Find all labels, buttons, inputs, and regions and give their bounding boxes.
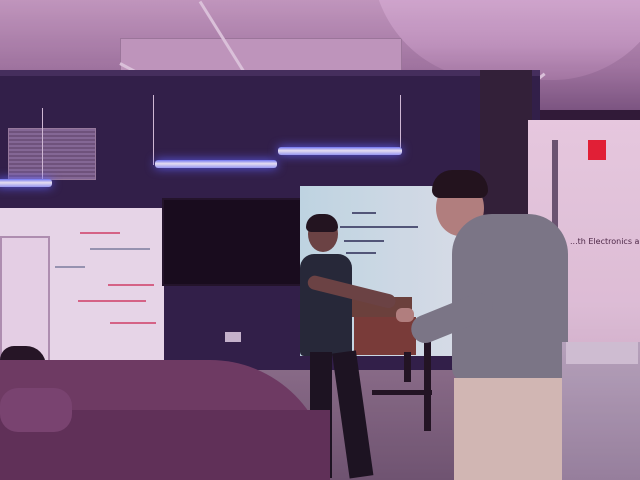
wall-tv [162,198,308,286]
light-wire [400,95,401,150]
light-wire [153,95,154,165]
ceiling-light [155,160,277,168]
sofa-arm [0,388,72,432]
light-wire [42,108,43,180]
wall-outlet [225,332,241,342]
hair [306,214,338,232]
wall-lintel [0,70,540,76]
whiteboard-writing [110,322,156,324]
whiteboard-writing [108,284,154,286]
person-right [396,168,580,480]
whiteboard-writing [55,266,85,268]
ceiling-light [0,179,52,187]
pants [454,378,566,480]
wall-vent [8,128,96,180]
exit-sign [588,140,606,160]
leg [332,350,374,479]
door-lettering: ...th Electronics and Innov... [570,237,640,246]
ceiling-light [278,147,402,155]
photo-scene: ...th Electronics and Innov... [0,0,640,480]
t-shirt [300,254,352,356]
hair [432,170,488,198]
whiteboard-writing [80,232,120,234]
whiteboard-writing [78,300,146,302]
whiteboard-writing [90,248,150,250]
hand [396,308,414,322]
trash-bin-lid [566,342,638,364]
